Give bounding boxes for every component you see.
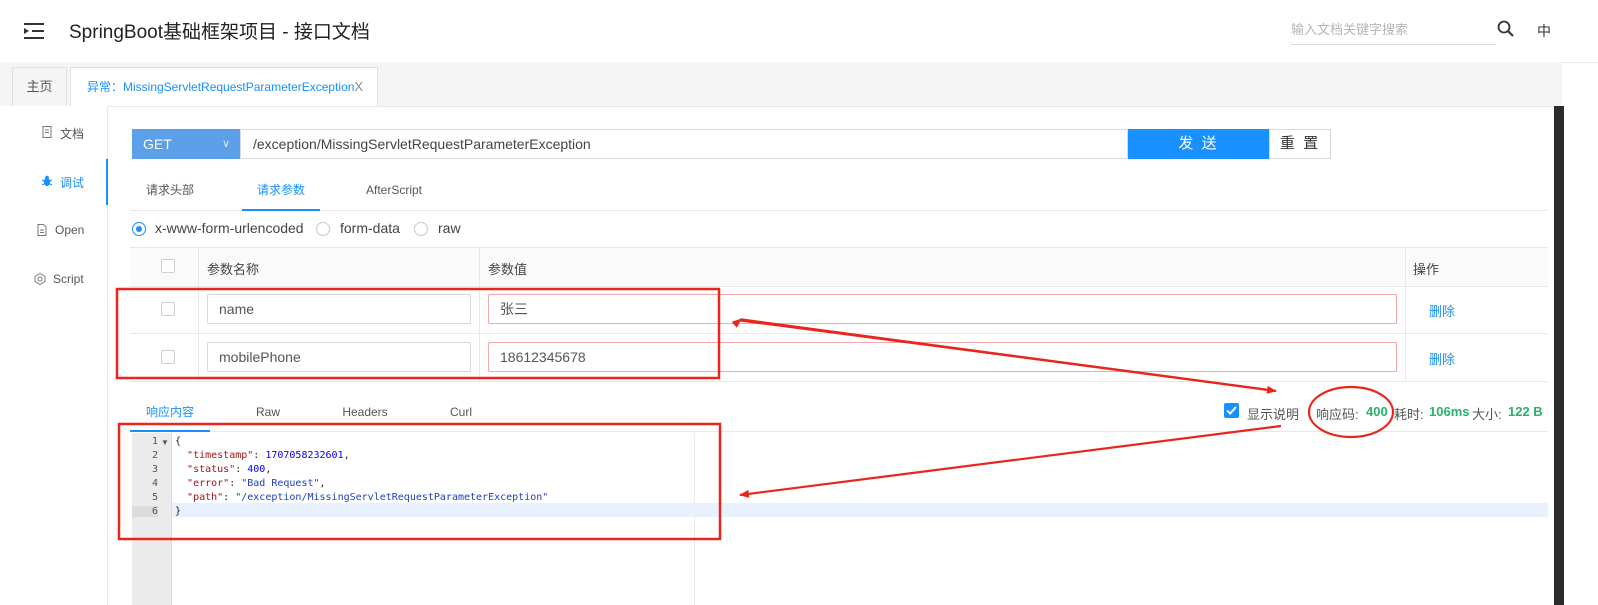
param-name-input[interactable]: mobilePhone [207, 342, 471, 372]
tab-response-headers[interactable]: Headers [334, 395, 396, 430]
line-number: 1 [151, 436, 158, 447]
radio-raw[interactable] [414, 222, 428, 236]
show-description-label: 显示说明 [1247, 407, 1300, 422]
sidebar-item-script[interactable]: Script [0, 265, 107, 295]
tabs-bar: 主页 异常：MissingServletRequestParameterExce… [0, 62, 1562, 107]
code-line: { [175, 436, 182, 447]
tab-home[interactable]: 主页 [12, 67, 67, 106]
method-value: GET [143, 136, 172, 152]
code-line: "path": "/exception/MissingServletReques… [187, 492, 549, 503]
radio-label: form-data [340, 220, 400, 236]
sidebar-item-label: Script [53, 272, 84, 286]
status-code-label: 响应码: [1316, 407, 1359, 422]
url-input[interactable]: /exception/MissingServletRequestParamete… [240, 129, 1128, 159]
table-row: mobilePhone 18612345678 删除 [130, 334, 1548, 382]
app-title: SpringBoot基础框架项目 - 接口文档 [69, 22, 370, 43]
language-switch[interactable]: 中 [1537, 21, 1551, 41]
row-checkbox[interactable] [161, 350, 175, 364]
search-icon[interactable] [1497, 20, 1515, 38]
line-number: 3 [151, 464, 158, 475]
tab-after-script[interactable]: AfterScript [354, 172, 434, 209]
code-icon [34, 273, 46, 285]
size-value: 122 B [1508, 404, 1543, 419]
table-header: 参数名称 参数值 操作 [130, 247, 1548, 287]
column-divider [1405, 247, 1406, 381]
radio-label: raw [438, 220, 461, 236]
send-button[interactable]: 发 送 [1128, 129, 1269, 159]
sidebar-item-label: 调试 [60, 176, 85, 190]
document-icon [42, 126, 52, 138]
sidebar-item-debug[interactable]: 调试 [0, 159, 108, 205]
delete-link[interactable]: 删除 [1429, 301, 1455, 320]
column-header: 参数值 [488, 262, 528, 277]
menu-collapse-icon[interactable] [24, 22, 46, 40]
tab-response-raw[interactable]: Raw [248, 395, 288, 430]
column-divider [198, 247, 199, 381]
time-label: 耗时: [1394, 407, 1424, 422]
column-header: 操作 [1413, 262, 1440, 277]
response-tabs: 响应内容 Raw Headers Curl 显示说明 响应码: 400 耗时: … [130, 395, 1548, 432]
param-value-input[interactable]: 18612345678 [488, 342, 1397, 372]
params-table: 参数名称 参数值 操作 name 张三 删除 mobilePhone 18612… [130, 247, 1548, 383]
row-checkbox[interactable] [161, 302, 175, 316]
radio-label: x-www-form-urlencoded [155, 220, 304, 236]
param-value-input[interactable]: 张三 [488, 294, 1397, 324]
file-icon [37, 224, 47, 236]
radio-urlencoded[interactable] [132, 222, 146, 236]
search-input[interactable] [1291, 16, 1491, 42]
select-all-checkbox[interactable] [161, 259, 175, 273]
scrollbar[interactable] [1554, 106, 1564, 605]
table-row: name 张三 删除 [130, 286, 1548, 334]
code-line: "error": "Bad Request", [187, 478, 326, 489]
top-bar: SpringBoot基础框架项目 - 接口文档 中 [0, 0, 1598, 63]
tab-request-headers[interactable]: 请求头部 [130, 172, 210, 209]
sidebar: 文档 调试 Open Script [0, 106, 108, 605]
tab-request-params[interactable]: 请求参数 [242, 172, 320, 211]
reset-button[interactable]: 重 置 [1269, 129, 1331, 159]
status-code-value: 400 [1366, 404, 1388, 419]
request-tabs: 请求头部 请求参数 AfterScript [130, 172, 1548, 211]
radio-form-data[interactable] [316, 222, 330, 236]
size-label: 大小: [1472, 407, 1502, 422]
column-divider [479, 247, 480, 381]
tab-exception[interactable]: 异常：MissingServletRequestParameterExcepti… [70, 67, 378, 106]
tab-response-content[interactable]: 响应内容 [130, 395, 210, 432]
delete-link[interactable]: 删除 [1429, 349, 1455, 368]
search-box[interactable] [1291, 16, 1496, 45]
line-number: 2 [151, 450, 158, 461]
method-select[interactable]: GET ∨ [132, 129, 240, 159]
tab-response-curl[interactable]: Curl [441, 395, 481, 430]
param-name-input[interactable]: name [207, 294, 471, 324]
code-line: "timestamp": 1707058232601, [187, 450, 350, 461]
response-editor[interactable]: 1 ▼ 2 3 4 5 6 { "timestamp": 17070582326… [132, 433, 1548, 605]
line-gutter: 1 ▼ 2 3 4 5 6 [132, 433, 172, 605]
line-number: 6 [132, 506, 158, 517]
bug-icon [41, 175, 53, 186]
time-value: 106ms [1429, 404, 1470, 419]
show-description-checkbox[interactable] [1224, 403, 1239, 418]
line-number: 4 [151, 478, 158, 489]
active-line-highlight [172, 503, 1548, 517]
print-margin [694, 433, 695, 605]
sidebar-item-label: Open [55, 223, 85, 237]
close-icon[interactable]: X [354, 68, 363, 106]
code-line: "status": 400, [187, 464, 272, 475]
sidebar-item-docs[interactable]: 文档 [0, 118, 107, 148]
column-header: 参数名称 [207, 262, 260, 277]
line-number: 5 [151, 492, 158, 503]
code-line: } [175, 506, 182, 517]
chevron-down-icon: ∨ [221, 138, 230, 150]
tab-exception-label: 异常：MissingServletRequestParameterExcepti… [87, 80, 355, 94]
sidebar-item-open[interactable]: Open [0, 216, 107, 246]
sidebar-item-label: 文档 [60, 127, 85, 141]
fold-toggle-icon[interactable]: ▼ [161, 438, 169, 447]
